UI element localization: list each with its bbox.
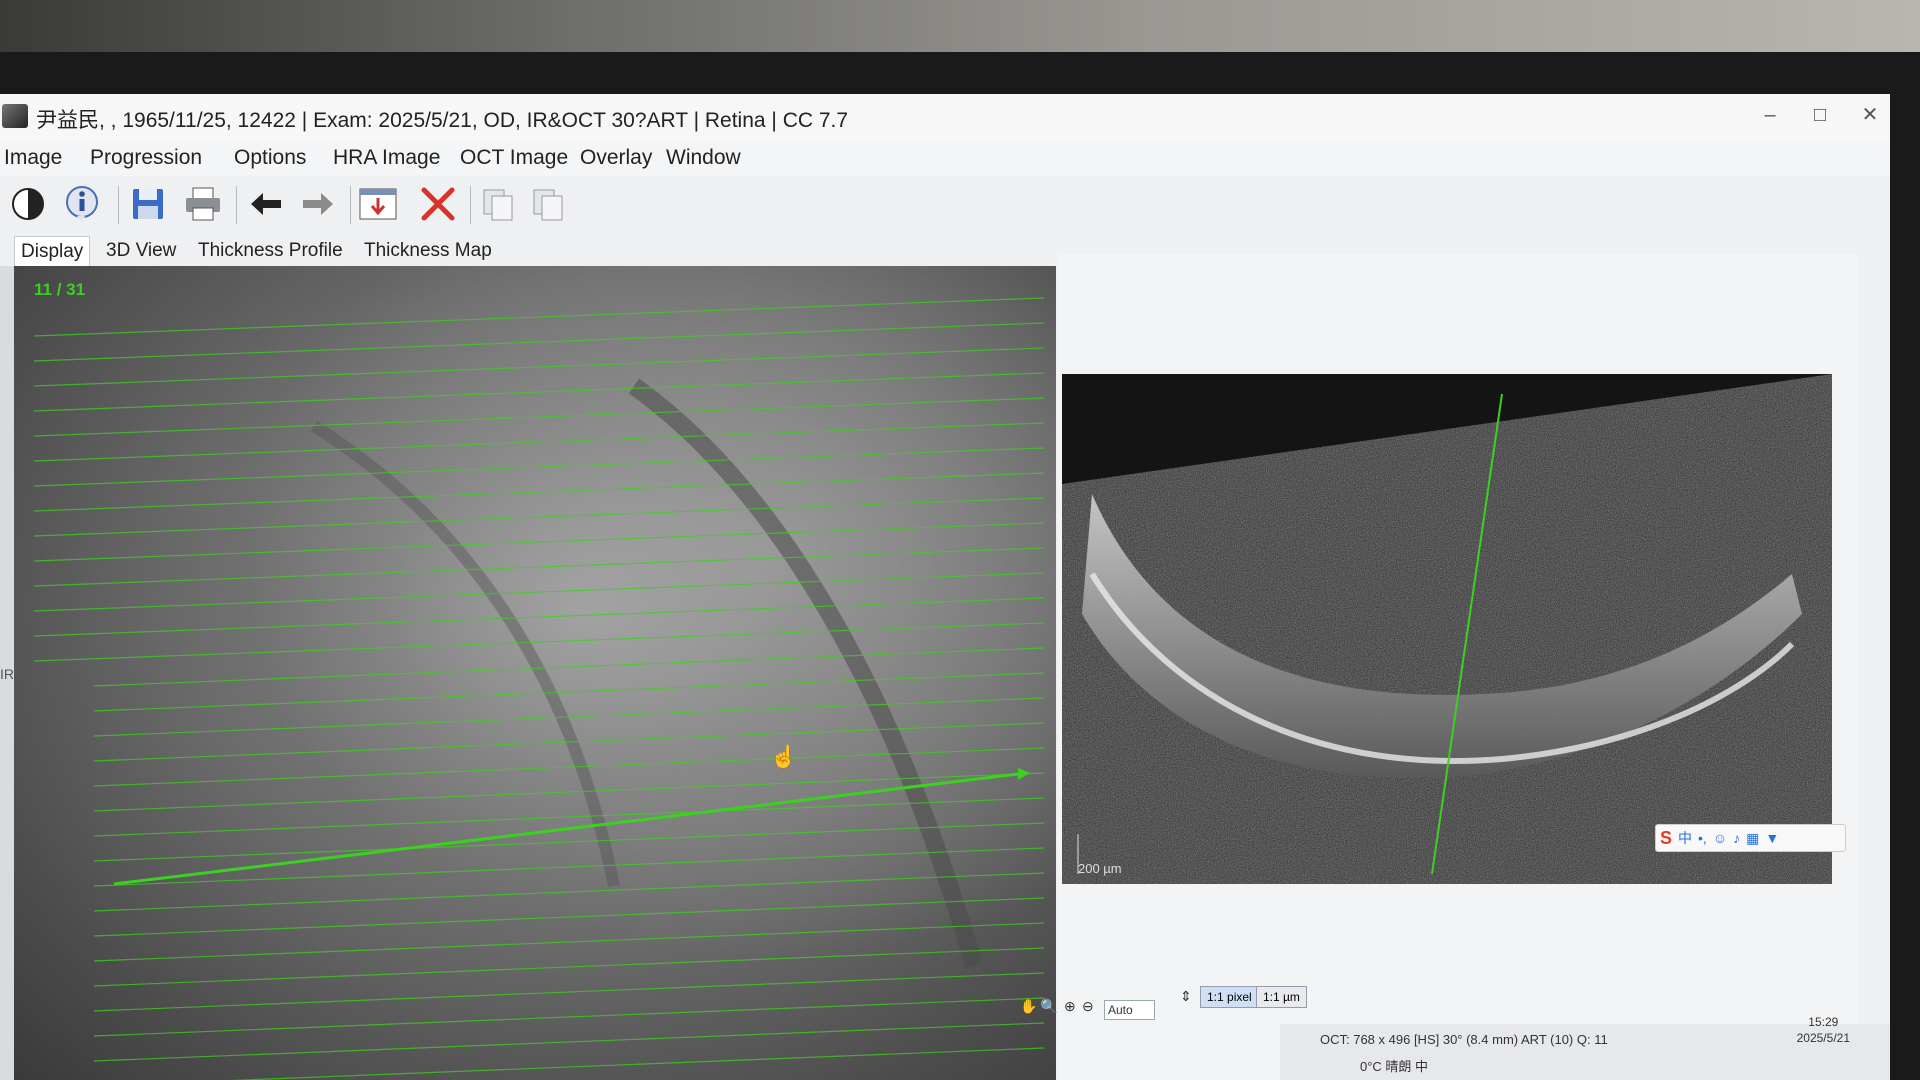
- ime-toolbar[interactable]: S 中 •, ☺ ♪ ▦ ▼: [1655, 824, 1846, 852]
- menu-bar: Image Progression Options HRA Image OCT …: [0, 140, 1890, 176]
- window-title: 尹益民, , 1965/11/25, 12422 | Exam: 2025/5/…: [36, 109, 849, 132]
- tab-display[interactable]: Display: [14, 236, 91, 267]
- minimize-button[interactable]: –: [1750, 98, 1790, 132]
- hand-cursor-icon: ☝: [770, 744, 798, 769]
- clock-date: 2025/5/21: [1796, 1031, 1850, 1045]
- menu-options[interactable]: Options: [234, 146, 306, 170]
- info-icon[interactable]: [62, 184, 102, 224]
- menu-progression[interactable]: Progression: [90, 146, 202, 170]
- oct-bscan-drawing: [1062, 374, 1832, 884]
- save-icon[interactable]: [128, 184, 168, 224]
- menu-hra-image[interactable]: HRA Image: [333, 146, 440, 170]
- pixel-scale-button[interactable]: 1:1 pixel: [1200, 986, 1259, 1008]
- scan-counter: 11 / 31: [34, 280, 86, 299]
- zoom-select[interactable]: Auto: [1104, 1000, 1155, 1020]
- spin-icon[interactable]: ⇕: [1180, 988, 1192, 1005]
- menu-overlay[interactable]: Overlay: [580, 146, 652, 170]
- tab-thickness-map[interactable]: Thickness Map: [358, 236, 498, 266]
- status-bar: OCT: 768 x 496 [HS] 30° (8.4 mm) ART (10…: [1280, 1015, 1890, 1080]
- fundus-overlay: [14, 266, 1056, 1080]
- menu-window[interactable]: Window: [666, 146, 741, 170]
- skin-icon: ▼: [1765, 830, 1780, 846]
- title-bar: 尹益民, , 1965/11/25, 12422 | Exam: 2025/5/…: [0, 94, 1890, 140]
- copy-icon[interactable]: [478, 184, 518, 224]
- maximize-button[interactable]: □: [1800, 98, 1840, 132]
- clock-time: 15:29: [1808, 1015, 1839, 1029]
- tab-3d-view[interactable]: 3D View: [100, 236, 182, 266]
- toolbar: [0, 176, 1890, 232]
- scan-info: OCT: 768 x 496 [HS] 30° (8.4 mm) ART (10…: [1320, 1032, 1608, 1047]
- toolbar-separator: [350, 186, 351, 224]
- menu-oct-image[interactable]: OCT Image: [460, 146, 568, 170]
- keyboard-icon: ▦: [1746, 829, 1760, 846]
- ime-punct-icon: •,: [1698, 830, 1707, 846]
- toolbar-separator: [236, 186, 237, 224]
- micron-scale-button[interactable]: 1:1 µm: [1256, 986, 1307, 1008]
- delete-icon[interactable]: [418, 184, 458, 224]
- close-button[interactable]: ✕: [1850, 98, 1890, 132]
- back-arrow-icon[interactable]: [246, 184, 286, 224]
- menu-image[interactable]: Image: [4, 146, 62, 170]
- app-window: 尹益民, , 1965/11/25, 12422 | Exam: 2025/5/…: [0, 94, 1890, 1080]
- contrast-icon[interactable]: [8, 184, 48, 224]
- clock[interactable]: 15:29 2025/5/21: [1797, 1014, 1850, 1046]
- oct-bscan-image[interactable]: 200 µm: [1062, 374, 1832, 884]
- thumbnail-strip[interactable]: IR&: [0, 266, 23, 1080]
- ir-fundus-image[interactable]: 11 / 31 ☝: [14, 266, 1056, 1080]
- system-tray[interactable]: 0°C 晴朗 中: [1360, 1056, 1428, 1075]
- zoom-in-icon[interactable]: ⊕: [1064, 998, 1076, 1015]
- tab-thickness-profile[interactable]: Thickness Profile: [192, 236, 349, 266]
- mic-icon: ♪: [1733, 830, 1741, 846]
- room-background: [0, 0, 1920, 60]
- app-icon: [2, 104, 28, 128]
- sogou-icon: S: [1660, 827, 1673, 848]
- toolbar-separator: [118, 186, 119, 224]
- zoom-icon[interactable]: 🔍: [1040, 998, 1057, 1015]
- ime-mode-label: 中: [1678, 830, 1693, 846]
- hand-tool-icon[interactable]: ✋: [1020, 998, 1037, 1015]
- scale-bar-label: 200 µm: [1078, 861, 1122, 876]
- export-icon[interactable]: [358, 184, 398, 224]
- emoji-icon: ☺: [1712, 830, 1728, 846]
- zoom-out-icon[interactable]: ⊖: [1082, 998, 1094, 1015]
- print-icon[interactable]: [183, 184, 223, 224]
- toolbar-separator: [470, 186, 471, 224]
- oct-bscan-panel: 200 µm: [1058, 254, 1858, 1080]
- paste-icon[interactable]: [528, 184, 568, 224]
- forward-arrow-icon[interactable]: [298, 184, 338, 224]
